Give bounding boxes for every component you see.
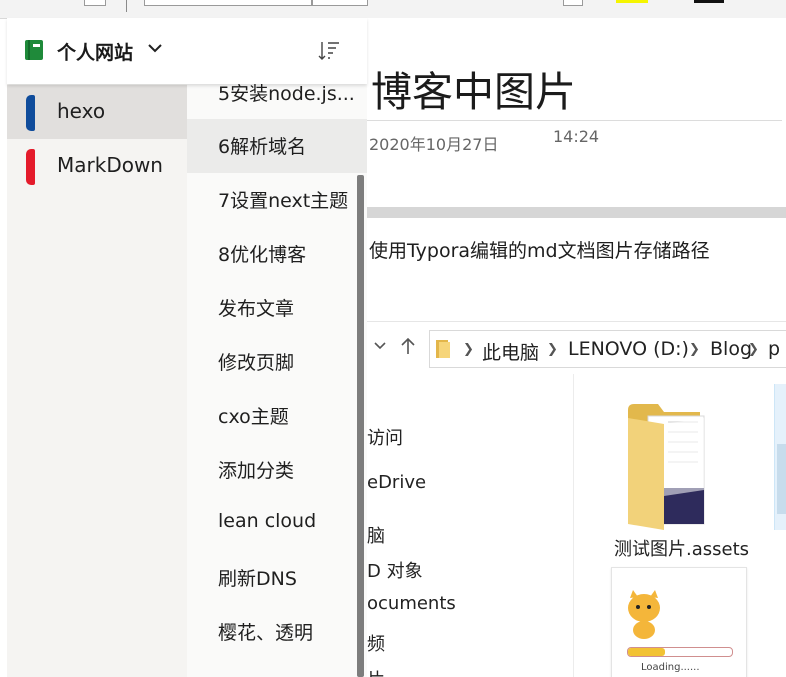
breadcrumb-separator-icon: ❯ [547, 342, 558, 357]
toolbar-control-fragment[interactable] [84, 0, 106, 6]
selected-item-thumb [777, 444, 786, 514]
page-item[interactable]: cxo主题 [187, 389, 367, 443]
page-list-panel: 5安装node.js... 6解析域名 7设置next主题 8优化博客 发布文章… [187, 84, 367, 677]
page-item[interactable]: 5安装node.js... [187, 84, 367, 120]
nav-item: 片 [367, 666, 385, 677]
page-label: 7设置next主题 [218, 190, 349, 212]
loading-progress-bar [627, 647, 733, 657]
page-date: 2020年10月27日 [369, 135, 499, 154]
breadcrumb-item: p [768, 338, 781, 360]
ribbon-toolbar-strip [0, 0, 786, 19]
toolbar-divider [126, 0, 127, 12]
page-item[interactable]: 7设置next主题 [187, 173, 367, 227]
image-thumbnail: Loading...... [611, 567, 747, 677]
page-item[interactable]: lean cloud [187, 497, 367, 551]
section-tab-icon [26, 95, 35, 131]
page-item[interactable]: 修改页脚 [187, 335, 367, 389]
section-tab-icon [26, 149, 35, 185]
explorer-nav-pane: 访问 eDrive 脑 D 对象 ocuments 频 片 [367, 374, 574, 677]
explorer-address-bar: ❯ 此电脑 ❯ LENOVO (D:) ❯ Blog ❯ p [429, 330, 786, 368]
embedded-explorer-screenshot[interactable]: ❯ 此电脑 ❯ LENOVO (D:) ❯ Blog ❯ p 访问 eDrive… [367, 321, 786, 677]
page-label: 发布文章 [218, 298, 295, 320]
sort-icon[interactable] [317, 39, 341, 67]
page-canvas[interactable]: 博客中图片 2020年10月27日 14:24 使用Typora编辑的md文档图… [367, 18, 786, 677]
breadcrumb-separator-icon: ❯ [463, 342, 474, 357]
nav-item: D 对象 [367, 561, 423, 582]
page-label: cxo主题 [218, 406, 289, 428]
nav-item: 访问 [367, 428, 403, 449]
font-size-box[interactable] [312, 0, 368, 6]
page-label: 添加分类 [218, 460, 295, 482]
content-divider [367, 207, 786, 218]
page-label: 修改页脚 [218, 352, 295, 374]
page-label: 刷新DNS [218, 568, 297, 590]
page-item[interactable]: 发布文章 [187, 281, 367, 335]
notebook-icon [23, 39, 45, 61]
page-item[interactable]: 添加分类 [187, 443, 367, 497]
page-label: 8优化博客 [218, 244, 307, 266]
highlight-color-swatch[interactable] [616, 0, 648, 3]
chevron-down-icon[interactable] [147, 40, 163, 60]
page-label: 6解析域名 [218, 136, 307, 158]
folder-icon [436, 340, 450, 362]
page-item[interactable]: 樱花、透明 [187, 605, 367, 659]
page-item[interactable]: 6解析域名 [187, 119, 367, 173]
nav-item: eDrive [367, 472, 427, 493]
page-item[interactable]: 刷新DNS [187, 551, 367, 605]
page-label: lean cloud [218, 510, 317, 532]
nav-item: 频 [367, 634, 385, 655]
explorer-address-row: ❯ 此电脑 ❯ LENOVO (D:) ❯ Blog ❯ p [367, 321, 786, 375]
breadcrumb-item: Blog [710, 338, 752, 360]
breadcrumb-item: LENOVO (D:) [568, 338, 689, 360]
nav-item: ocuments [367, 593, 456, 614]
folder-icon [628, 404, 710, 534]
nav-item: 脑 [367, 526, 385, 547]
notebook-title[interactable]: 个人网站 [57, 38, 133, 65]
body-text[interactable]: 使用Typora编辑的md文档图片存储路径 [369, 236, 710, 263]
title-underline [367, 120, 782, 121]
font-color-swatch[interactable] [694, 0, 724, 3]
page-item[interactable]: 8优化博客 [187, 227, 367, 281]
section-item-markdown[interactable]: MarkDown [7, 139, 187, 193]
breadcrumb-separator-icon: ❯ [689, 342, 700, 357]
chevron-down-icon [373, 338, 387, 357]
breadcrumb-separator-icon: ❯ [748, 342, 759, 357]
page-time: 14:24 [553, 127, 600, 146]
folder-label: 测试图片.assets [614, 539, 750, 560]
arrow-up-icon [399, 336, 417, 360]
page-label: 樱花、透明 [218, 622, 314, 644]
explorer-file-area: 测试图片.assets Loading...... [574, 374, 786, 677]
loading-text: Loading...... [641, 662, 700, 673]
page-label: 5安装node.js... [218, 84, 355, 105]
section-label: MarkDown [57, 153, 163, 177]
page-list-scrollbar[interactable] [357, 175, 364, 677]
toolbar-control-fragment[interactable] [563, 0, 583, 6]
notebook-header: 个人网站 [7, 18, 367, 84]
font-name-box[interactable] [144, 0, 312, 6]
page-title[interactable]: 博客中图片 [371, 58, 576, 118]
breadcrumb-item: 此电脑 [482, 342, 540, 364]
section-item-hexo[interactable]: hexo [7, 85, 187, 139]
section-label: hexo [57, 99, 106, 123]
cartoon-character-icon [622, 588, 668, 644]
loading-progress-fill [628, 648, 666, 656]
